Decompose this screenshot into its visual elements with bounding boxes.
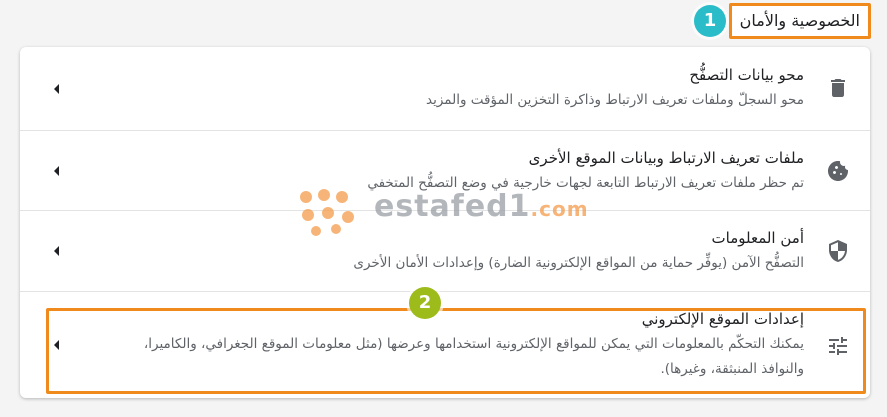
chevron-left-icon	[54, 246, 59, 256]
row-description: يمكنك التحكّم بالمعلومات التي يمكن للموا…	[143, 336, 804, 377]
row-description: تم حظر ملفات تعريف الارتباط التابعة لجها…	[367, 175, 804, 191]
site-settings-row[interactable]: إعدادات الموقع الإلكتروني يمكنك التحكّم …	[20, 292, 870, 398]
row-title: ملفات تعريف الارتباط وبيانات الموقع الأخ…	[528, 149, 804, 167]
row-description: التصفُّح الآمن (يوفِّر حماية من المواقع …	[353, 255, 804, 271]
chevron-left-icon	[54, 84, 59, 94]
shield-icon	[829, 240, 847, 262]
annotation-badge-1: 1	[694, 5, 726, 37]
security-row[interactable]: أمن المعلومات التصفُّح الآمن (يوفِّر حما…	[20, 211, 870, 292]
clear-browsing-data-row[interactable]: محو بيانات التصفُّح محو السجلّ وملفات تع…	[20, 47, 870, 131]
section-title: الخصوصية والأمان	[728, 3, 871, 39]
annotation-badge-2: 2	[409, 287, 441, 319]
cookie-icon	[828, 160, 849, 181]
chevron-left-icon	[54, 166, 59, 176]
trash-icon	[831, 79, 845, 97]
row-title: إعدادات الموقع الإلكتروني	[641, 310, 804, 328]
chevron-left-icon	[54, 340, 59, 350]
row-description: محو السجلّ وملفات تعريف الارتباط وذاكرة …	[425, 92, 804, 108]
row-title: محو بيانات التصفُّح	[689, 66, 804, 84]
privacy-settings-card: محو بيانات التصفُّح محو السجلّ وملفات تع…	[20, 47, 870, 398]
row-title: أمن المعلومات	[711, 229, 804, 247]
tune-icon	[829, 337, 847, 355]
cookies-row[interactable]: ملفات تعريف الارتباط وبيانات الموقع الأخ…	[20, 131, 870, 211]
